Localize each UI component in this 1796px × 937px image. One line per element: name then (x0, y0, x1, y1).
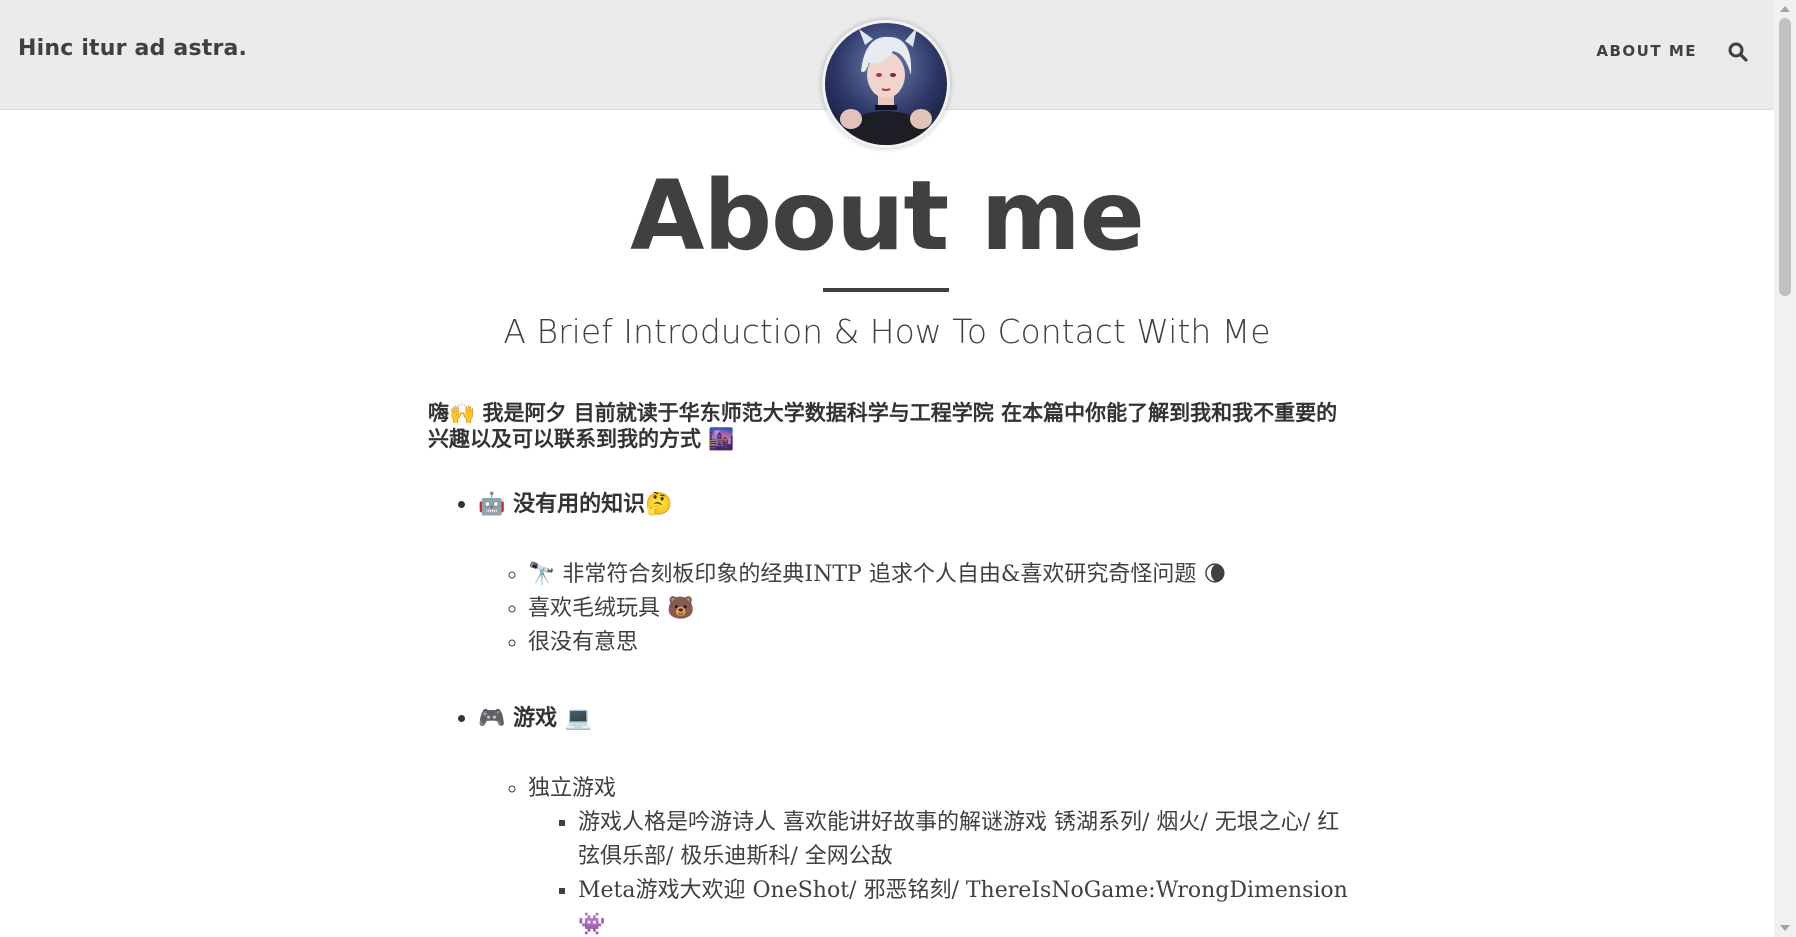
list-item: 游戏人格是吟游诗人 喜欢能讲好故事的解谜游戏 锈湖系列/ 烟火/ 无垠之心/ 红… (578, 806, 1348, 874)
list-item: Meta游戏大欢迎 OneShot/ 邪恶铭刻/ ThereIsNoGame:W… (578, 874, 1348, 937)
list-item-text: Meta游戏大欢迎 OneShot/ 邪恶铭刻/ ThereIsNoGame:W… (578, 878, 1348, 903)
list-item: 🎮 游戏 💻 独立游戏 游戏人格是吟游诗人 喜欢能讲好故事的解谜游戏 锈湖系列/… (478, 700, 1348, 937)
scroll-up-arrow-icon[interactable] (1780, 6, 1790, 12)
list-item: 很没有意思 (528, 626, 1348, 660)
list-item-text: 喜欢毛绒玩具 (528, 596, 661, 621)
avatar[interactable] (822, 20, 950, 148)
moon-icon: 🌘 (1203, 562, 1227, 587)
sub-sub-list: 游戏人格是吟游诗人 喜欢能讲好故事的解谜游戏 锈湖系列/ 烟火/ 无垠之心/ 红… (528, 806, 1348, 937)
laptop-icon: 💻 (564, 706, 593, 731)
bear-icon: 🐻 (667, 596, 695, 621)
thinking-face-icon: 🤔 (645, 492, 673, 517)
title-divider (823, 288, 949, 292)
scrollbar-thumb[interactable] (1779, 18, 1791, 296)
list-item: 喜欢毛绒玩具 🐻 (528, 592, 1348, 626)
game-controller-icon: 🎮 (478, 706, 506, 731)
section-heading: 游戏 (513, 705, 558, 731)
nav-about-me-link[interactable]: ABOUT ME (1596, 42, 1697, 60)
search-icon[interactable] (1726, 40, 1750, 64)
intro-text: 嗨🙌 我是阿夕 目前就读于华东师范大学数据科学与工程学院 在本篇中你能了解到我和… (428, 401, 1338, 451)
alien-monster-icon: 👾 (578, 912, 606, 937)
list-item: 独立游戏 游戏人格是吟游诗人 喜欢能讲好故事的解谜游戏 锈湖系列/ 烟火/ 无垠… (528, 772, 1348, 937)
scroll-down-arrow-icon[interactable] (1780, 925, 1790, 931)
page-subtitle: A Brief Introduction & How To Contact Wi… (503, 312, 1271, 351)
post-content: 嗨🙌 我是阿夕 目前就读于华东师范大学数据科学与工程学院 在本篇中你能了解到我和… (428, 400, 1348, 937)
sub-list: 🔭 非常符合刻板印象的经典INTP 追求个人自由&喜欢研究奇怪问题 🌘 喜欢毛绒… (478, 558, 1348, 660)
section-heading: 没有用的知识 (513, 491, 646, 517)
section-list: 🤖 没有用的知识🤔 🔭 非常符合刻板印象的经典INTP 追求个人自由&喜欢研究奇… (428, 486, 1348, 937)
telescope-icon: 🔭 (528, 562, 556, 587)
list-item-text: 非常符合刻板印象的经典INTP 追求个人自由&喜欢研究奇怪问题 (562, 562, 1197, 587)
page: Hinc itur ad astra. ABOUT ME About me A … (0, 0, 1796, 937)
sub-list: 独立游戏 游戏人格是吟游诗人 喜欢能讲好故事的解谜游戏 锈湖系列/ 烟火/ 无垠… (478, 772, 1348, 937)
list-item-text: 游戏人格是吟游诗人 喜欢能讲好故事的解谜游戏 锈湖系列/ 烟火/ 无垠之心/ 红… (578, 810, 1340, 869)
page-title: About me (630, 160, 1145, 272)
list-item: 🔭 非常符合刻板印象的经典INTP 追求个人自由&喜欢研究奇怪问题 🌘 (528, 558, 1348, 592)
robot-icon: 🤖 (478, 492, 506, 517)
site-brand-link[interactable]: Hinc itur ad astra. (18, 36, 247, 61)
list-item: 🤖 没有用的知识🤔 🔭 非常符合刻板印象的经典INTP 追求个人自由&喜欢研究奇… (478, 486, 1348, 660)
list-item-text: 独立游戏 (528, 776, 617, 801)
vertical-scrollbar[interactable] (1774, 0, 1796, 937)
list-item-text: 很没有意思 (528, 630, 639, 655)
